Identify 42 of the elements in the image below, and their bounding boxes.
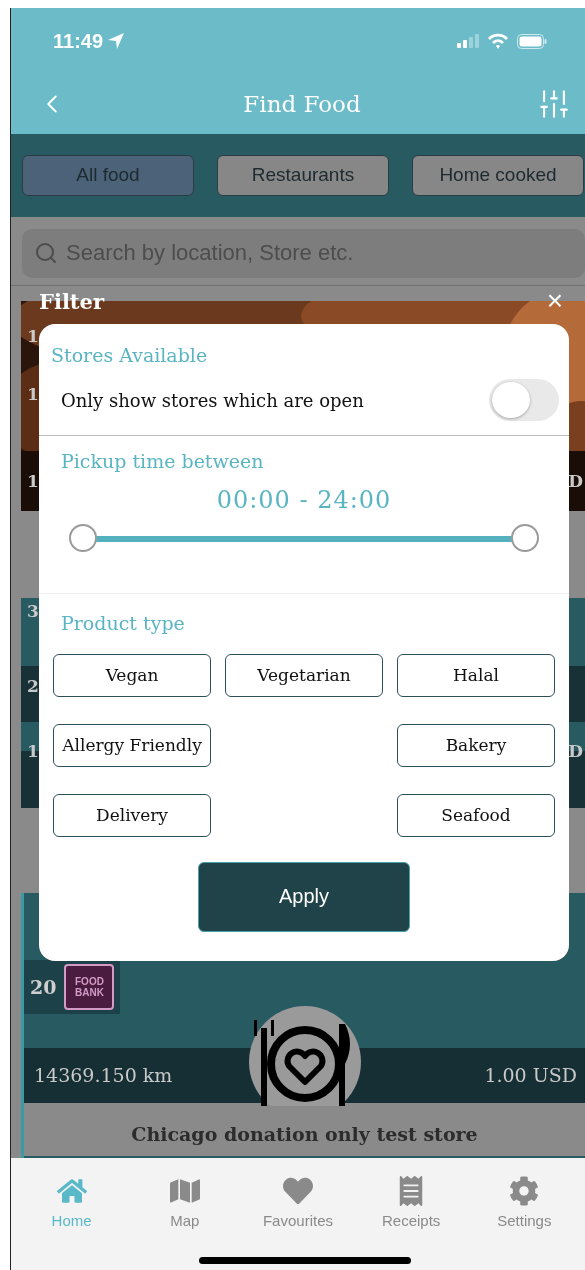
slider-thumb[interactable] xyxy=(69,523,97,552)
toggle-label: Only show stores which are open xyxy=(61,389,364,411)
product-chip[interactable]: Halal xyxy=(397,653,555,697)
search-icon xyxy=(34,241,58,266)
price: 1.00 USD xyxy=(484,1064,577,1087)
card-text: 1 xyxy=(27,739,39,762)
category-tab[interactable]: Restaurants xyxy=(217,154,389,196)
location-arrow-icon xyxy=(107,32,126,51)
category-tab[interactable]: Home cooked xyxy=(412,154,584,196)
card-text: 1 xyxy=(27,469,39,492)
product-chip[interactable]: Delivery xyxy=(53,793,211,837)
card-text: 1 xyxy=(27,382,39,405)
card-text: D xyxy=(568,739,583,762)
store-logo: FOOD BANK xyxy=(64,963,115,1010)
product-chip[interactable]: Vegetarian xyxy=(225,653,383,697)
store-name: Chicago donation only test store xyxy=(131,1123,478,1146)
product-chip[interactable]: Bakery xyxy=(397,723,555,767)
settings-icon xyxy=(509,1175,540,1206)
open-stores-toggle[interactable] xyxy=(489,379,559,422)
card-text: D xyxy=(568,469,583,492)
product-chip[interactable]: Vegan xyxy=(53,653,211,697)
slider-thumb[interactable] xyxy=(511,523,539,552)
product-chip[interactable]: Allergy Friendly xyxy=(53,723,211,767)
battery-icon xyxy=(517,33,547,49)
card-text: 2 xyxy=(27,674,39,697)
section-heading: Stores Available xyxy=(51,343,208,366)
card-text: 1 xyxy=(27,324,39,347)
close-button[interactable]: × xyxy=(546,290,563,313)
signal-icon xyxy=(457,34,479,49)
heart-icon xyxy=(282,1175,313,1206)
store-count: 20 xyxy=(30,975,57,998)
clock: 11:49 xyxy=(53,29,104,53)
section-heading: Product type xyxy=(61,611,185,634)
apply-button[interactable]: Apply xyxy=(198,861,410,932)
screen-title: Find Food xyxy=(243,91,361,118)
wifi-icon xyxy=(487,33,509,50)
product-chip[interactable]: Seafood xyxy=(397,793,555,837)
time-range: 00:00 - 24:00 xyxy=(216,485,392,514)
filter-title: Filter xyxy=(39,288,104,314)
card-text: 3 xyxy=(27,599,39,622)
section-heading: Pickup time between xyxy=(61,449,264,472)
distance: 14369.150 km xyxy=(34,1064,173,1087)
